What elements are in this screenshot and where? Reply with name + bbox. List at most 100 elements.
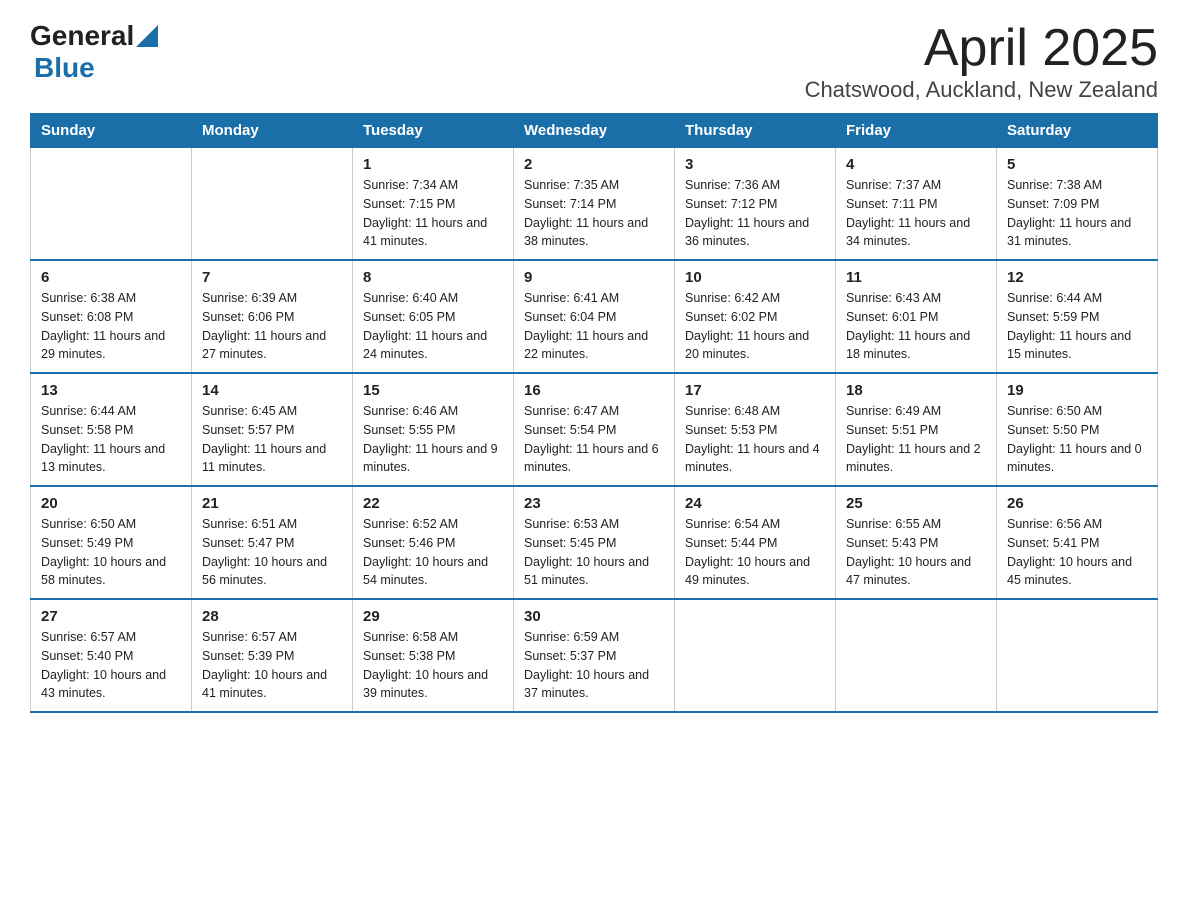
- day-number: 24: [685, 495, 825, 512]
- day-info: Sunrise: 6:57 AMSunset: 5:40 PMDaylight:…: [41, 628, 181, 703]
- calendar-cell: 8Sunrise: 6:40 AMSunset: 6:05 PMDaylight…: [353, 260, 514, 373]
- calendar-cell: 2 Sunrise: 7:35 AMSunset: 7:14 PMDaylight…: [514, 148, 675, 261]
- day-number: 7: [202, 269, 342, 286]
- calendar-cell: 6 Sunrise: 6:38 AMSunset: 6:08 PMDaylight…: [31, 260, 192, 373]
- day-number: 9: [524, 269, 664, 286]
- day-info: Sunrise: 6:45 AMSunset: 5:57 PMDaylight:…: [202, 402, 342, 477]
- calendar-week-2: 13 Sunrise: 6:44 AMSunset: 5:58 PMDayligh…: [31, 373, 1158, 486]
- day-info: Sunrise: 6:38 AMSunset: 6:08 PMDaylight:…: [41, 289, 181, 364]
- page-header: General Blue April 2025 Chatswood, Auckl…: [30, 20, 1158, 103]
- calendar-cell: [997, 599, 1158, 712]
- day-number: 6: [41, 269, 181, 286]
- calendar-cell: 14 Sunrise: 6:45 AMSunset: 5:57 PMDayligh…: [192, 373, 353, 486]
- calendar-cell: 19Sunrise: 6:50 AMSunset: 5:50 PMDayligh…: [997, 373, 1158, 486]
- day-number: 1: [363, 156, 503, 173]
- calendar-body: 1 Sunrise: 7:34 AMSunset: 7:15 PMDaylight…: [31, 148, 1158, 713]
- calendar-cell: 21Sunrise: 6:51 AMSunset: 5:47 PMDayligh…: [192, 486, 353, 599]
- day-number: 13: [41, 382, 181, 399]
- calendar-cell: 3 Sunrise: 7:36 AMSunset: 7:12 PMDaylight…: [675, 148, 836, 261]
- day-number: 18: [846, 382, 986, 399]
- day-number: 14: [202, 382, 342, 399]
- day-number: 26: [1007, 495, 1147, 512]
- calendar-week-0: 1 Sunrise: 7:34 AMSunset: 7:15 PMDaylight…: [31, 148, 1158, 261]
- day-info: Sunrise: 6:57 AMSunset: 5:39 PMDaylight:…: [202, 628, 342, 703]
- col-header-friday: Friday: [836, 114, 997, 148]
- title-block: April 2025 Chatswood, Auckland, New Zeal…: [805, 20, 1158, 103]
- day-info: Sunrise: 6:53 AMSunset: 5:45 PMDaylight:…: [524, 515, 664, 590]
- col-header-wednesday: Wednesday: [514, 114, 675, 148]
- day-info: Sunrise: 6:44 AMSunset: 5:58 PMDaylight:…: [41, 402, 181, 477]
- calendar-week-3: 20Sunrise: 6:50 AMSunset: 5:49 PMDayligh…: [31, 486, 1158, 599]
- day-info: Sunrise: 6:44 AMSunset: 5:59 PMDaylight:…: [1007, 289, 1147, 364]
- day-number: 27: [41, 608, 181, 625]
- calendar-cell: [31, 148, 192, 261]
- calendar-cell: 4Sunrise: 7:37 AMSunset: 7:11 PMDaylight…: [836, 148, 997, 261]
- col-header-monday: Monday: [192, 114, 353, 148]
- day-info: Sunrise: 6:59 AMSunset: 5:37 PMDaylight:…: [524, 628, 664, 703]
- day-number: 4: [846, 156, 986, 173]
- calendar-cell: 25Sunrise: 6:55 AMSunset: 5:43 PMDayligh…: [836, 486, 997, 599]
- day-info: Sunrise: 6:42 AMSunset: 6:02 PMDaylight:…: [685, 289, 825, 364]
- day-info: Sunrise: 6:54 AMSunset: 5:44 PMDaylight:…: [685, 515, 825, 590]
- day-info: Sunrise: 6:52 AMSunset: 5:46 PMDaylight:…: [363, 515, 503, 590]
- day-info: Sunrise: 7:34 AMSunset: 7:15 PMDaylight:…: [363, 176, 503, 251]
- calendar-cell: 30Sunrise: 6:59 AMSunset: 5:37 PMDayligh…: [514, 599, 675, 712]
- day-number: 17: [685, 382, 825, 399]
- calendar-cell: 20Sunrise: 6:50 AMSunset: 5:49 PMDayligh…: [31, 486, 192, 599]
- day-number: 8: [363, 269, 503, 286]
- calendar-cell: 26 Sunrise: 6:56 AMSunset: 5:41 PMDayligh…: [997, 486, 1158, 599]
- col-header-sunday: Sunday: [31, 114, 192, 148]
- day-info: Sunrise: 7:35 AMSunset: 7:14 PMDaylight:…: [524, 176, 664, 251]
- day-info: Sunrise: 6:49 AMSunset: 5:51 PMDaylight:…: [846, 402, 986, 477]
- logo-blue-text: Blue: [34, 52, 95, 83]
- calendar-cell: 7 Sunrise: 6:39 AMSunset: 6:06 PMDaylight…: [192, 260, 353, 373]
- calendar-cell: 15 Sunrise: 6:46 AMSunset: 5:55 PMDayligh…: [353, 373, 514, 486]
- logo-general-text: General: [30, 20, 134, 52]
- day-number: 28: [202, 608, 342, 625]
- day-number: 19: [1007, 382, 1147, 399]
- page-subtitle: Chatswood, Auckland, New Zealand: [805, 77, 1158, 103]
- day-number: 16: [524, 382, 664, 399]
- day-number: 29: [363, 608, 503, 625]
- calendar-cell: 12 Sunrise: 6:44 AMSunset: 5:59 PMDayligh…: [997, 260, 1158, 373]
- col-header-tuesday: Tuesday: [353, 114, 514, 148]
- calendar-cell: 29 Sunrise: 6:58 AMSunset: 5:38 PMDayligh…: [353, 599, 514, 712]
- day-info: Sunrise: 6:47 AMSunset: 5:54 PMDaylight:…: [524, 402, 664, 477]
- calendar-header: SundayMondayTuesdayWednesdayThursdayFrid…: [31, 114, 1158, 148]
- day-number: 23: [524, 495, 664, 512]
- day-number: 2: [524, 156, 664, 173]
- logo-triangle-icon: [136, 25, 158, 47]
- calendar-cell: 16 Sunrise: 6:47 AMSunset: 5:54 PMDayligh…: [514, 373, 675, 486]
- page-title: April 2025: [805, 20, 1158, 77]
- calendar-cell: [192, 148, 353, 261]
- calendar-week-1: 6 Sunrise: 6:38 AMSunset: 6:08 PMDaylight…: [31, 260, 1158, 373]
- calendar-cell: 28 Sunrise: 6:57 AMSunset: 5:39 PMDayligh…: [192, 599, 353, 712]
- day-info: Sunrise: 6:43 AMSunset: 6:01 PMDaylight:…: [846, 289, 986, 364]
- logo: General Blue: [30, 20, 158, 84]
- day-info: Sunrise: 6:58 AMSunset: 5:38 PMDaylight:…: [363, 628, 503, 703]
- calendar-cell: 24 Sunrise: 6:54 AMSunset: 5:44 PMDayligh…: [675, 486, 836, 599]
- day-number: 15: [363, 382, 503, 399]
- calendar-cell: 18 Sunrise: 6:49 AMSunset: 5:51 PMDayligh…: [836, 373, 997, 486]
- calendar-cell: 5Sunrise: 7:38 AMSunset: 7:09 PMDaylight…: [997, 148, 1158, 261]
- day-number: 3: [685, 156, 825, 173]
- calendar-cell: 17Sunrise: 6:48 AMSunset: 5:53 PMDayligh…: [675, 373, 836, 486]
- day-info: Sunrise: 6:46 AMSunset: 5:55 PMDaylight:…: [363, 402, 503, 477]
- day-number: 20: [41, 495, 181, 512]
- day-number: 5: [1007, 156, 1147, 173]
- calendar-week-4: 27 Sunrise: 6:57 AMSunset: 5:40 PMDayligh…: [31, 599, 1158, 712]
- calendar-cell: 13 Sunrise: 6:44 AMSunset: 5:58 PMDayligh…: [31, 373, 192, 486]
- day-info: Sunrise: 7:36 AMSunset: 7:12 PMDaylight:…: [685, 176, 825, 251]
- day-number: 12: [1007, 269, 1147, 286]
- calendar-cell: [675, 599, 836, 712]
- calendar-cell: 9Sunrise: 6:41 AMSunset: 6:04 PMDaylight…: [514, 260, 675, 373]
- calendar-cell: 1 Sunrise: 7:34 AMSunset: 7:15 PMDaylight…: [353, 148, 514, 261]
- col-header-saturday: Saturday: [997, 114, 1158, 148]
- calendar-cell: 23 Sunrise: 6:53 AMSunset: 5:45 PMDayligh…: [514, 486, 675, 599]
- calendar-cell: 22Sunrise: 6:52 AMSunset: 5:46 PMDayligh…: [353, 486, 514, 599]
- day-info: Sunrise: 6:56 AMSunset: 5:41 PMDaylight:…: [1007, 515, 1147, 590]
- calendar-cell: [836, 599, 997, 712]
- day-info: Sunrise: 6:39 AMSunset: 6:06 PMDaylight:…: [202, 289, 342, 364]
- day-number: 11: [846, 269, 986, 286]
- day-number: 21: [202, 495, 342, 512]
